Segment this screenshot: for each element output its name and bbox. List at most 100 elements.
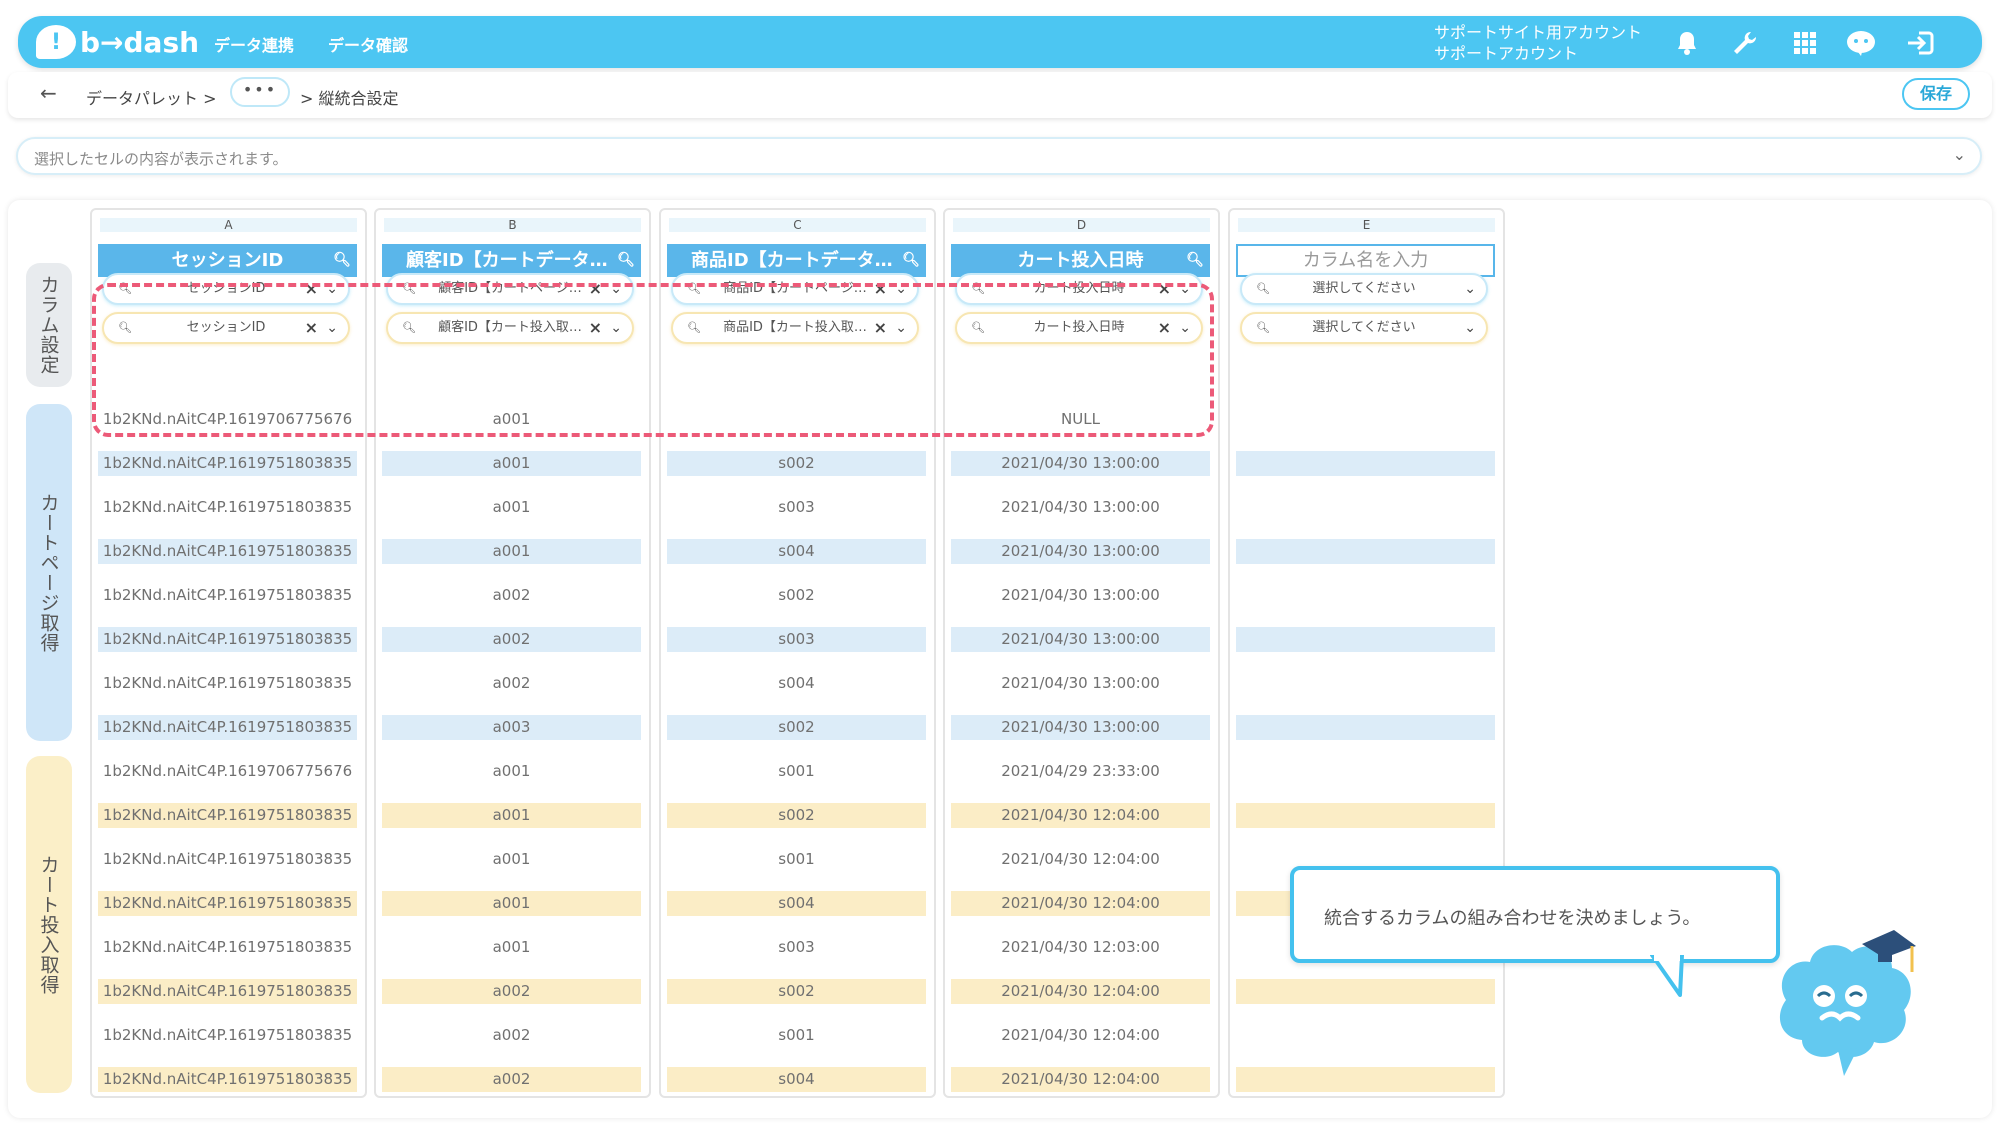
table-cell[interactable]: 2021/04/30 12:04:00 bbox=[951, 803, 1210, 828]
table-cell[interactable]: a002 bbox=[382, 671, 641, 696]
table-cell[interactable]: s003 bbox=[667, 935, 926, 960]
apps-grid-icon[interactable] bbox=[1788, 26, 1822, 60]
nav-data-integration[interactable]: データ連携 bbox=[214, 32, 294, 56]
table-cell[interactable]: s003 bbox=[667, 495, 926, 520]
chevron-down-icon[interactable]: ⌄ bbox=[1179, 275, 1191, 303]
table-cell[interactable]: a001 bbox=[382, 451, 641, 476]
table-cell[interactable]: s003 bbox=[667, 627, 926, 652]
table-cell[interactable] bbox=[1236, 759, 1495, 784]
table-cell[interactable]: s002 bbox=[667, 715, 926, 740]
table-cell[interactable]: s001 bbox=[667, 1023, 926, 1048]
source-column-select[interactable]: 🔍︎ 商品ID【カート投入取… × ⌄ bbox=[671, 312, 919, 344]
table-cell[interactable]: 2021/04/30 13:00:00 bbox=[951, 495, 1210, 520]
chevron-down-icon[interactable]: ⌄ bbox=[895, 314, 907, 342]
table-cell[interactable] bbox=[1236, 627, 1495, 652]
table-cell[interactable] bbox=[1236, 1067, 1495, 1092]
table-cell[interactable]: 2021/04/30 13:00:00 bbox=[951, 539, 1210, 564]
table-cell[interactable]: s002 bbox=[667, 451, 926, 476]
search-icon[interactable]: 🔍︎ bbox=[617, 244, 635, 277]
source-column-select[interactable]: 🔍︎ 顧客ID【カートページ… × ⌄ bbox=[386, 273, 634, 305]
table-cell[interactable] bbox=[1236, 495, 1495, 520]
chevron-down-icon[interactable]: ⌄ bbox=[1464, 314, 1476, 342]
clear-icon[interactable]: × bbox=[874, 314, 887, 342]
table-cell[interactable]: 1b2KNd.nAitC4P.1619751803835 bbox=[98, 715, 357, 740]
table-cell[interactable]: 1b2KNd.nAitC4P.1619751803835 bbox=[98, 803, 357, 828]
table-cell[interactable]: s002 bbox=[667, 583, 926, 608]
chevron-down-icon[interactable]: ⌄ bbox=[1179, 314, 1191, 342]
table-cell[interactable]: 2021/04/30 12:04:00 bbox=[951, 1023, 1210, 1048]
table-cell[interactable]: 2021/04/30 13:00:00 bbox=[951, 715, 1210, 740]
bdash-logo[interactable]: ! b→dash bbox=[36, 24, 199, 60]
table-cell[interactable]: a002 bbox=[382, 1023, 641, 1048]
side-tab-cart-page[interactable]: カートページ取得 bbox=[26, 404, 72, 741]
source-column-select[interactable]: 🔍︎ セッションID × ⌄ bbox=[102, 273, 350, 305]
table-cell[interactable] bbox=[1236, 715, 1495, 740]
table-cell[interactable]: s004 bbox=[667, 539, 926, 564]
clear-icon[interactable]: × bbox=[1158, 275, 1171, 303]
column-letter[interactable]: D bbox=[953, 218, 1210, 232]
table-cell[interactable]: 1b2KNd.nAitC4P.1619751803835 bbox=[98, 451, 357, 476]
clear-icon[interactable]: × bbox=[1158, 314, 1171, 342]
table-cell[interactable]: a001 bbox=[382, 407, 641, 432]
bell-icon[interactable] bbox=[1670, 26, 1704, 60]
table-cell[interactable]: 1b2KNd.nAitC4P.1619706775676 bbox=[98, 407, 357, 432]
table-cell[interactable]: a001 bbox=[382, 935, 641, 960]
source-column-select[interactable]: 🔍︎ セッションID × ⌄ bbox=[102, 312, 350, 344]
table-cell[interactable]: 2021/04/30 13:00:00 bbox=[951, 671, 1210, 696]
chevron-down-icon[interactable]: ⌄ bbox=[326, 314, 338, 342]
source-column-select[interactable]: 🔍︎ 選択してください ⌄ bbox=[1240, 312, 1488, 344]
source-column-select[interactable]: 🔍︎ 選択してください ⌄ bbox=[1240, 273, 1488, 305]
chevron-down-icon[interactable]: ⌄ bbox=[610, 275, 622, 303]
chevron-down-icon[interactable]: ⌄ bbox=[1953, 145, 1966, 164]
search-icon[interactable]: 🔍︎ bbox=[1186, 244, 1204, 277]
table-cell[interactable]: s002 bbox=[667, 979, 926, 1004]
table-cell[interactable]: 1b2KNd.nAitC4P.1619751803835 bbox=[98, 671, 357, 696]
table-cell[interactable]: s002 bbox=[667, 803, 926, 828]
table-cell[interactable]: a001 bbox=[382, 759, 641, 784]
table-cell[interactable]: a002 bbox=[382, 979, 641, 1004]
table-cell[interactable]: 2021/04/30 12:04:00 bbox=[951, 1067, 1210, 1092]
chevron-down-icon[interactable]: ⌄ bbox=[610, 314, 622, 342]
table-cell[interactable] bbox=[1236, 407, 1495, 432]
wrench-icon[interactable] bbox=[1728, 26, 1762, 60]
table-cell[interactable]: 1b2KNd.nAitC4P.1619751803835 bbox=[98, 847, 357, 872]
table-cell[interactable]: a001 bbox=[382, 495, 641, 520]
save-button[interactable]: 保存 bbox=[1902, 78, 1970, 110]
search-icon[interactable]: 🔍︎ bbox=[902, 244, 920, 277]
table-cell[interactable]: 1b2KNd.nAitC4P.1619751803835 bbox=[98, 891, 357, 916]
table-cell[interactable]: 2021/04/30 12:04:00 bbox=[951, 891, 1210, 916]
clear-icon[interactable]: × bbox=[305, 314, 318, 342]
side-tab-cart-add[interactable]: カート投入取得 bbox=[26, 756, 72, 1093]
clear-icon[interactable]: × bbox=[305, 275, 318, 303]
table-cell[interactable]: s004 bbox=[667, 1067, 926, 1092]
table-cell[interactable]: 2021/04/30 12:04:00 bbox=[951, 979, 1210, 1004]
selected-cell-content-bar[interactable]: 選択したセルの内容が表示されます。 ⌄ bbox=[16, 137, 1982, 175]
table-cell[interactable]: 1b2KNd.nAitC4P.1619751803835 bbox=[98, 495, 357, 520]
column-letter[interactable]: C bbox=[669, 218, 926, 232]
table-cell[interactable]: 1b2KNd.nAitC4P.1619751803835 bbox=[98, 1067, 357, 1092]
table-cell[interactable]: 1b2KNd.nAitC4P.1619751803835 bbox=[98, 1023, 357, 1048]
table-cell[interactable]: 1b2KNd.nAitC4P.1619751803835 bbox=[98, 979, 357, 1004]
column-letter[interactable]: B bbox=[384, 218, 641, 232]
clear-icon[interactable]: × bbox=[874, 275, 887, 303]
table-cell[interactable]: 1b2KNd.nAitC4P.1619751803835 bbox=[98, 627, 357, 652]
table-cell[interactable]: a001 bbox=[382, 847, 641, 872]
table-cell[interactable] bbox=[1236, 451, 1495, 476]
table-cell[interactable]: 2021/04/30 12:04:00 bbox=[951, 847, 1210, 872]
table-cell[interactable]: s004 bbox=[667, 891, 926, 916]
table-cell[interactable]: 1b2KNd.nAitC4P.1619751803835 bbox=[98, 539, 357, 564]
chevron-down-icon[interactable]: ⌄ bbox=[895, 275, 907, 303]
table-cell[interactable] bbox=[667, 407, 926, 432]
table-cell[interactable]: 2021/04/30 13:00:00 bbox=[951, 451, 1210, 476]
table-cell[interactable]: s001 bbox=[667, 847, 926, 872]
source-column-select[interactable]: 🔍︎ 商品ID【カートページ… × ⌄ bbox=[671, 273, 919, 305]
table-cell[interactable]: 1b2KNd.nAitC4P.1619751803835 bbox=[98, 583, 357, 608]
table-cell[interactable]: s004 bbox=[667, 671, 926, 696]
table-cell[interactable]: a002 bbox=[382, 583, 641, 608]
table-cell[interactable]: 2021/04/30 13:00:00 bbox=[951, 627, 1210, 652]
table-cell[interactable]: 2021/04/29 23:33:00 bbox=[951, 759, 1210, 784]
table-cell[interactable]: 1b2KNd.nAitC4P.1619706775676 bbox=[98, 759, 357, 784]
column-letter[interactable]: A bbox=[100, 218, 357, 232]
clear-icon[interactable]: × bbox=[589, 314, 602, 342]
breadcrumb-data-palette[interactable]: データパレット > bbox=[86, 85, 217, 109]
